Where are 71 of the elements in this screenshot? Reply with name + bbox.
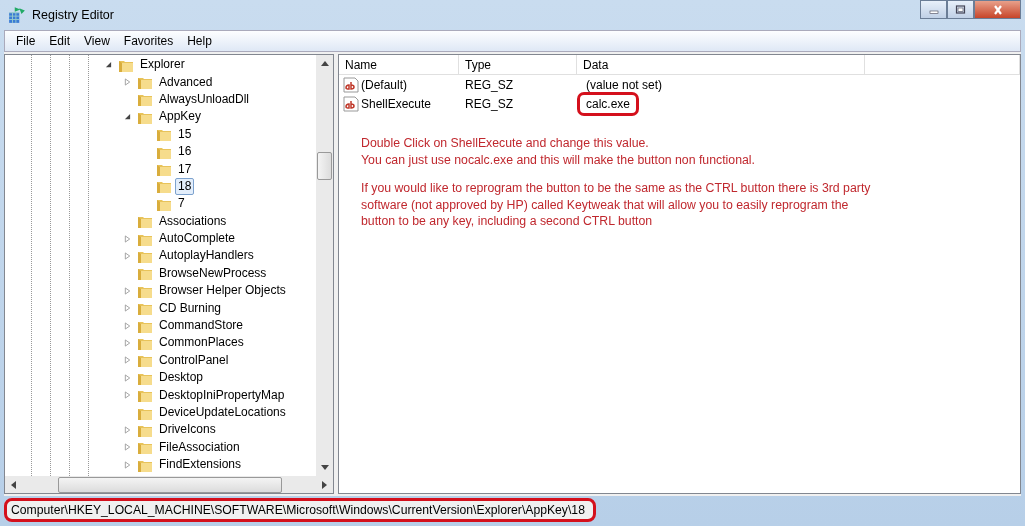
tree-item[interactable]: DriveIcons bbox=[156, 421, 219, 439]
tree-item[interactable]: AppKey bbox=[156, 108, 205, 126]
collapse-arrow-icon[interactable] bbox=[105, 61, 112, 69]
minimize-button[interactable] bbox=[920, 0, 947, 19]
tree-item[interactable]: FileAssociation bbox=[156, 438, 243, 456]
column-header[interactable]: Type bbox=[459, 55, 577, 75]
tree-item[interactable]: 18 bbox=[175, 177, 195, 195]
tree-item[interactable]: CD Burning bbox=[156, 299, 225, 317]
value-name[interactable]: ShellExecute bbox=[361, 96, 432, 111]
tree-item[interactable]: Advanced bbox=[156, 73, 216, 91]
scrollbar-thumb[interactable] bbox=[317, 152, 332, 180]
expand-arrow-icon[interactable] bbox=[124, 252, 131, 260]
annotation-text: If you would like to reprogram the button to be the same as the CTRL button there is 3rd party software (not approved by HP) called Keytweak that will allow you to easily reprogram the button to be any key, including a second CTRL button bbox=[361, 180, 872, 230]
scrollbar-thumb[interactable] bbox=[58, 476, 282, 493]
value-type: REG_SZ bbox=[464, 77, 514, 92]
maximize-icon bbox=[955, 4, 966, 15]
left-arrow-icon bbox=[11, 480, 16, 489]
column-header[interactable]: Data bbox=[577, 55, 865, 75]
string-value-icon bbox=[343, 95, 359, 112]
value-data: calc.exe bbox=[577, 91, 640, 116]
tree-item[interactable]: ControlPanel bbox=[156, 351, 232, 369]
right-arrow-icon bbox=[322, 480, 327, 489]
tree-item[interactable]: AlwaysUnloadDll bbox=[156, 90, 253, 108]
tree-item[interactable]: 17 bbox=[175, 160, 195, 178]
expand-arrow-icon[interactable] bbox=[124, 373, 131, 382]
tree-item[interactable]: AutoComplete bbox=[156, 230, 239, 248]
registry-app-icon bbox=[8, 6, 26, 24]
tree-item[interactable]: Associations bbox=[156, 212, 230, 230]
annotation-text: Double Click on ShellExecute and change this value. You can just use nocalc.exe and this will make the button non functional. bbox=[361, 135, 756, 168]
expand-arrow-icon[interactable] bbox=[124, 443, 131, 452]
tree-item[interactable]: CommonPlaces bbox=[156, 334, 247, 352]
value-type: REG_SZ bbox=[464, 96, 514, 111]
close-button[interactable] bbox=[974, 0, 1021, 19]
string-value-icon bbox=[343, 76, 359, 93]
tree-item[interactable]: Browser Helper Objects bbox=[156, 282, 289, 300]
value-data: (value not set) bbox=[585, 76, 664, 94]
tree-item[interactable]: DesktopIniPropertyMap bbox=[156, 386, 288, 404]
expand-arrow-icon[interactable] bbox=[124, 286, 131, 295]
tree-item[interactable]: FindExtensions bbox=[156, 456, 245, 474]
expand-arrow-icon[interactable] bbox=[124, 78, 131, 87]
expand-arrow-icon[interactable] bbox=[124, 460, 131, 469]
menu-item[interactable]: Help bbox=[180, 34, 219, 48]
menu-item[interactable]: File bbox=[9, 34, 43, 48]
tree-item[interactable]: CommandStore bbox=[156, 317, 247, 335]
menu-item[interactable]: View bbox=[77, 34, 117, 48]
tree-item[interactable]: 7 bbox=[175, 195, 188, 213]
expand-arrow-icon[interactable] bbox=[124, 321, 131, 330]
tree-item[interactable]: 16 bbox=[175, 143, 195, 161]
status-path: Computer\HKEY_LOCAL_MACHINE\SOFTWARE\Microsoft\Windows\CurrentVersion\Explorer\AppKey\18 bbox=[11, 503, 585, 517]
expand-arrow-icon[interactable] bbox=[124, 425, 131, 434]
collapse-arrow-icon[interactable] bbox=[124, 113, 131, 121]
expand-arrow-icon[interactable] bbox=[124, 338, 131, 347]
tree-item[interactable]: Explorer bbox=[137, 56, 188, 74]
tree-item[interactable]: 15 bbox=[175, 125, 195, 143]
column-header[interactable]: Name bbox=[339, 55, 459, 75]
down-arrow-icon bbox=[320, 465, 329, 470]
close-icon bbox=[991, 4, 1004, 15]
tree-item[interactable]: AutoplayHandlers bbox=[156, 247, 257, 265]
menu-item[interactable]: Edit bbox=[42, 34, 78, 48]
expand-arrow-icon[interactable] bbox=[124, 234, 131, 243]
expand-arrow-icon[interactable] bbox=[124, 391, 131, 400]
tree-item[interactable]: Desktop bbox=[156, 369, 207, 387]
value-name[interactable]: (Default) bbox=[361, 77, 407, 92]
window-title: Registry Editor bbox=[32, 8, 114, 22]
menu-item[interactable]: Favorites bbox=[116, 34, 181, 48]
tree-item[interactable]: BrowseNewProcess bbox=[156, 264, 270, 282]
expand-arrow-icon[interactable] bbox=[124, 304, 131, 313]
maximize-button[interactable] bbox=[947, 0, 974, 19]
expand-arrow-icon[interactable] bbox=[124, 356, 131, 365]
up-arrow-icon bbox=[320, 61, 329, 66]
tree-item[interactable]: DeviceUpdateLocations bbox=[156, 404, 289, 421]
